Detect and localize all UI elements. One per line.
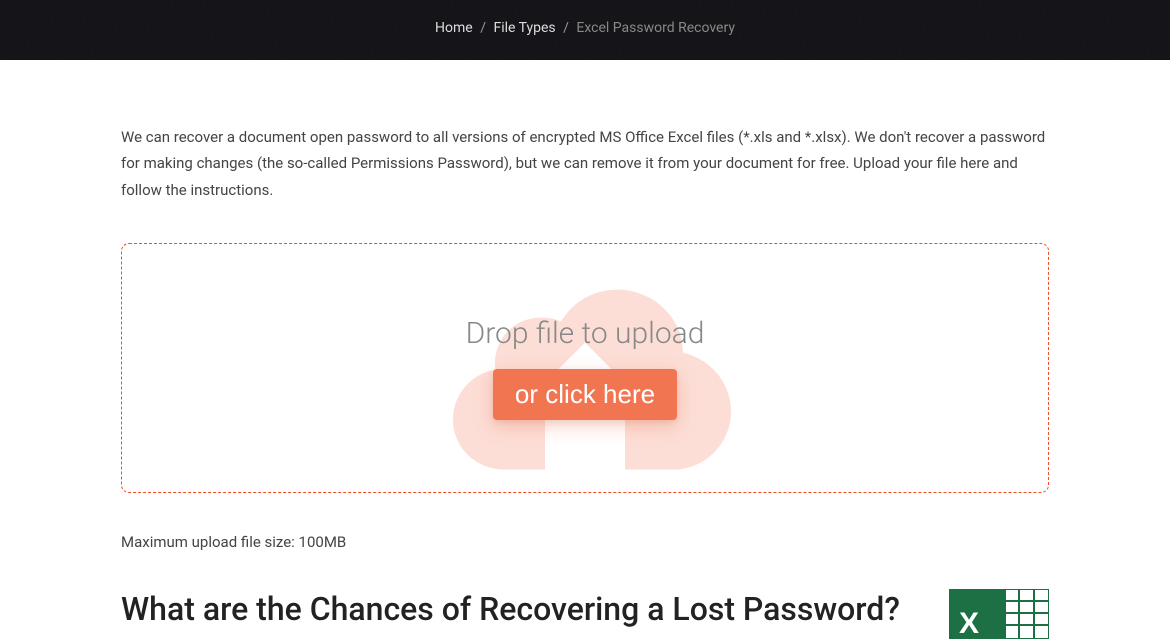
breadcrumb-home[interactable]: Home: [435, 20, 473, 36]
max-upload-size: Maximum upload file size: 100MB: [121, 533, 1049, 551]
section-heading: What are the Chances of Recovering a Los…: [121, 589, 909, 631]
excel-file-icon: X: [949, 589, 1049, 639]
breadcrumb-separator: /: [563, 20, 569, 36]
breadcrumb-separator: /: [480, 20, 486, 36]
click-here-button[interactable]: or click here: [493, 369, 677, 420]
breadcrumb-current: Excel Password Recovery: [576, 20, 735, 36]
intro-paragraph: We can recover a document open password …: [121, 124, 1049, 203]
breadcrumb: Home / File Types / Excel Password Recov…: [435, 20, 735, 36]
svg-text:X: X: [959, 607, 979, 639]
breadcrumb-file-types[interactable]: File Types: [493, 20, 555, 36]
file-upload-dropzone[interactable]: Drop file to upload or click here: [121, 243, 1049, 493]
header-banner: Home / File Types / Excel Password Recov…: [0, 0, 1170, 60]
drop-file-label: Drop file to upload: [466, 316, 705, 351]
